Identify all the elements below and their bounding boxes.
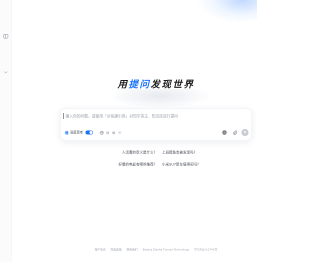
globe-icon[interactable] — [99, 130, 105, 136]
deep-think-label: 深度思考 — [70, 130, 83, 135]
sidebar — [0, 0, 12, 262]
title-highlight: 提问 — [128, 79, 151, 90]
more-icon[interactable] — [117, 130, 123, 136]
at-icon[interactable] — [222, 130, 227, 135]
footer: 用户协议 隐私政策 联系我们 Beijing Zhizhe Tianxia Techn… — [60, 248, 252, 253]
send-icon[interactable] — [241, 129, 249, 136]
page-title: 用提问发现世界 — [60, 77, 252, 92]
footer-link-terms[interactable]: 用户协议 — [95, 248, 106, 253]
book-icon[interactable] — [105, 130, 111, 136]
search-box: 深度思考 — [60, 108, 252, 141]
deep-think-toggle[interactable] — [85, 130, 93, 135]
suggestion-item[interactable]: 上班摸鱼会被发现吗？ — [162, 150, 197, 155]
suggestion-item[interactable]: 好看的电影有哪些推荐？ — [119, 162, 158, 167]
text-caret — [63, 113, 64, 119]
deep-think-icon — [64, 130, 70, 136]
title-prefix: 用 — [117, 79, 129, 90]
search-input[interactable] — [65, 113, 246, 120]
page: 用提问发现世界 深度思考 人活着的意义是什么？ — [0, 0, 257, 262]
footer-link-privacy[interactable]: 隐私政策 — [111, 248, 122, 253]
suggestion-item[interactable]: 小米SU7新车值得买吗？ — [162, 162, 201, 167]
suggested-questions: 人活着的意义是什么？ 上班摸鱼会被发现吗？ 好看的电影有哪些推荐？ 小米SU7新… — [60, 149, 252, 169]
chevron-down-icon[interactable] — [3, 70, 9, 76]
image-icon[interactable] — [111, 130, 117, 136]
sidebar-toggle-icon[interactable] — [3, 34, 9, 40]
suggestion-item[interactable]: 人活着的意义是什么？ — [122, 150, 157, 155]
footer-icp-license[interactable]: 京ICP证110745号 — [194, 248, 217, 253]
attachment-icon[interactable] — [233, 130, 238, 135]
top-right-glow — [197, 0, 257, 23]
title-suffix: 发现世界 — [150, 79, 195, 90]
toggle-knob — [89, 131, 93, 134]
hero-background — [105, 89, 215, 109]
footer-company: Beijing Zhizhe Tianxia Technology — [142, 248, 190, 252]
footer-link-contact[interactable]: 联系我们 — [127, 248, 138, 253]
